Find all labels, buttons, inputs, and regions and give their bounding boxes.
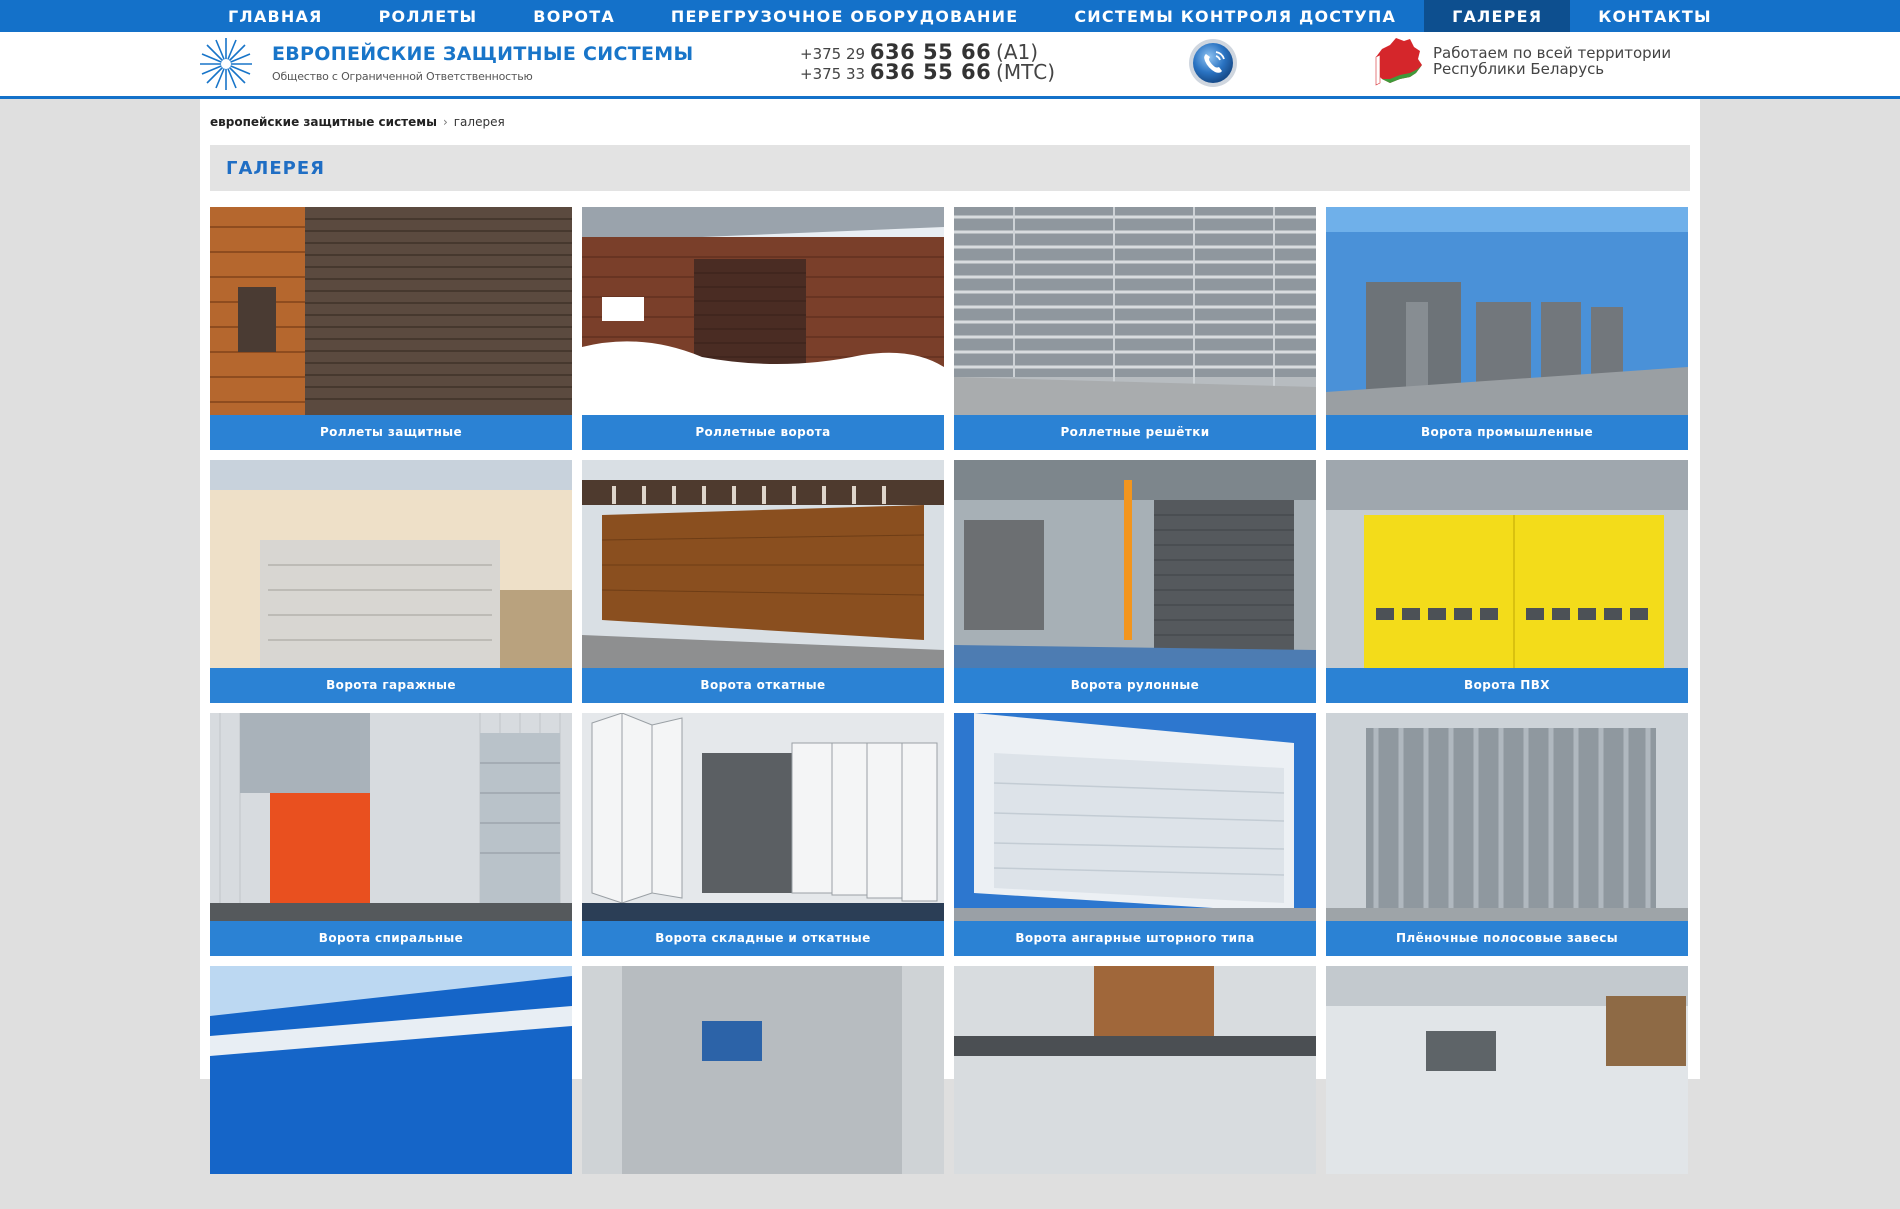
gallery-photo [582, 207, 944, 415]
belarus-map-icon [1375, 38, 1422, 86]
breadcrumb-home-link[interactable]: европейские защитные системы [210, 115, 437, 129]
nav-item-access-control[interactable]: СИСТЕМЫ КОНТРОЛЯ ДОСТУПА [1046, 0, 1424, 32]
gallery-caption[interactable]: Ворота ангарные шторного типа [954, 921, 1316, 956]
gallery-item-sliding-gates[interactable]: Ворота откатные [582, 460, 944, 703]
gallery-photo [954, 207, 1316, 415]
gallery-caption[interactable]: Роллетные ворота [582, 415, 944, 450]
logo-starburst-icon[interactable] [198, 36, 254, 92]
phone-prefix: +375 33 [800, 65, 866, 83]
gallery-photo [210, 966, 572, 1174]
gallery-caption[interactable]: Ворота спиральные [210, 921, 572, 956]
gallery-item-roller-gates[interactable]: Роллетные ворота [582, 207, 944, 450]
main-content: европейские защитные системы › галерея ГАЛ… [200, 99, 1700, 1174]
gallery-caption[interactable]: Ворота откатные [582, 668, 944, 703]
top-navigation: ГЛАВНАЯ РОЛЛЕТЫ ВОРОТА ПЕРЕГРУЗОЧНОЕ ОБО… [0, 0, 1900, 32]
gallery-item-strip-curtains[interactable]: Плёночные полосовые завесы [1326, 713, 1688, 956]
phone-operator: (МТС) [996, 60, 1056, 84]
gallery-caption[interactable]: Ворота промышленные [1326, 415, 1688, 450]
gallery-item-folding-gates[interactable]: Ворота складные и откатные [582, 713, 944, 956]
gallery-item-hangar-gates[interactable]: Ворота ангарные шторного типа [954, 713, 1316, 956]
gallery-photo [1326, 966, 1688, 1174]
phone-numbers: +375 29 636 55 66 (A1) +375 33 636 55 66… [800, 42, 1056, 84]
gallery-item-roller-grilles[interactable]: Роллетные решётки [954, 207, 1316, 450]
gallery-caption[interactable]: Плёночные полосовые завесы [1326, 921, 1688, 956]
breadcrumb-current: галерея [453, 115, 505, 129]
gallery-item-garage-gates[interactable]: Ворота гаражные [210, 460, 572, 703]
gallery-caption[interactable]: Ворота рулонные [954, 668, 1316, 703]
page-title-bar: ГАЛЕРЕЯ [210, 145, 1690, 191]
gallery-photo [954, 460, 1316, 668]
gallery-item-partial-1[interactable] [210, 966, 572, 1209]
gallery-photo [1326, 460, 1688, 668]
gallery-caption[interactable]: Ворота гаражные [210, 668, 572, 703]
logo-subtitle: Общество с Ограниченной Ответственностью [272, 70, 533, 83]
gallery-item-partial-2[interactable] [582, 966, 944, 1209]
site-header: ЕВРОПЕЙСКИЕ ЗАЩИТНЫЕ СИСТЕМЫ Общество с … [0, 32, 1900, 99]
nav-item-home[interactable]: ГЛАВНАЯ [200, 0, 351, 32]
gallery-photo [210, 207, 572, 415]
nav-item-contacts[interactable]: КОНТАКТЫ [1570, 0, 1740, 32]
nav-item-rollets[interactable]: РОЛЛЕТЫ [351, 0, 506, 32]
gallery-item-spiral-gates[interactable]: Ворота спиральные [210, 713, 572, 956]
gallery-item-rolling-gates[interactable]: Ворота рулонные [954, 460, 1316, 703]
nav-item-gates[interactable]: ВОРОТА [505, 0, 643, 32]
gallery-photo [582, 966, 944, 1174]
gallery-item-industrial-gates[interactable]: Ворота промышленные [1326, 207, 1688, 450]
service-region: Работаем по всей территории Республики Б… [1433, 45, 1671, 77]
breadcrumb-separator: › [442, 115, 448, 129]
region-line-2: Республики Беларусь [1433, 60, 1605, 78]
gallery-item-rollets[interactable]: Роллеты защитные [210, 207, 572, 450]
gallery-caption[interactable]: Ворота ПВХ [1326, 668, 1688, 703]
phone-mts[interactable]: +375 33 636 55 66 (МТС) [800, 60, 1056, 84]
gallery-photo [954, 966, 1316, 1174]
gallery-grid: Роллеты защитные Роллетные ворота Роллет… [210, 207, 1694, 1209]
gallery-caption[interactable]: Роллеты защитные [210, 415, 572, 450]
phone-a1[interactable]: +375 29 636 55 66 (A1) [800, 42, 1055, 64]
gallery-photo [1326, 713, 1688, 921]
gallery-caption[interactable]: Ворота складные и откатные [582, 921, 944, 956]
phone-number: 636 55 66 [869, 60, 992, 84]
gallery-caption[interactable]: Роллетные решётки [954, 415, 1316, 450]
gallery-photo [210, 460, 572, 668]
gallery-photo [582, 460, 944, 668]
gallery-photo [210, 713, 572, 921]
phone-prefix: +375 29 [800, 45, 866, 63]
gallery-item-pvc-gates[interactable]: Ворота ПВХ [1326, 460, 1688, 703]
gallery-photo [582, 713, 944, 921]
nav-menu: ГЛАВНАЯ РОЛЛЕТЫ ВОРОТА ПЕРЕГРУЗОЧНОЕ ОБО… [200, 0, 1740, 32]
gallery-photo [1326, 207, 1688, 415]
page-title: ГАЛЕРЕЯ [226, 158, 325, 179]
logo-title[interactable]: ЕВРОПЕЙСКИЕ ЗАЩИТНЫЕ СИСТЕМЫ [272, 43, 693, 65]
gallery-item-partial-3[interactable] [954, 966, 1316, 1209]
nav-item-gallery[interactable]: ГАЛЕРЕЯ [1424, 0, 1571, 32]
region-line-1: Работаем по всей территории [1433, 44, 1672, 62]
gallery-photo [954, 713, 1316, 921]
gallery-item-partial-4[interactable] [1326, 966, 1688, 1209]
nav-item-loading-equipment[interactable]: ПЕРЕГРУЗОЧНОЕ ОБОРУДОВАНИЕ [643, 0, 1046, 32]
breadcrumb: европейские защитные системы › галерея [210, 115, 505, 129]
phone-call-icon[interactable] [1187, 37, 1239, 89]
